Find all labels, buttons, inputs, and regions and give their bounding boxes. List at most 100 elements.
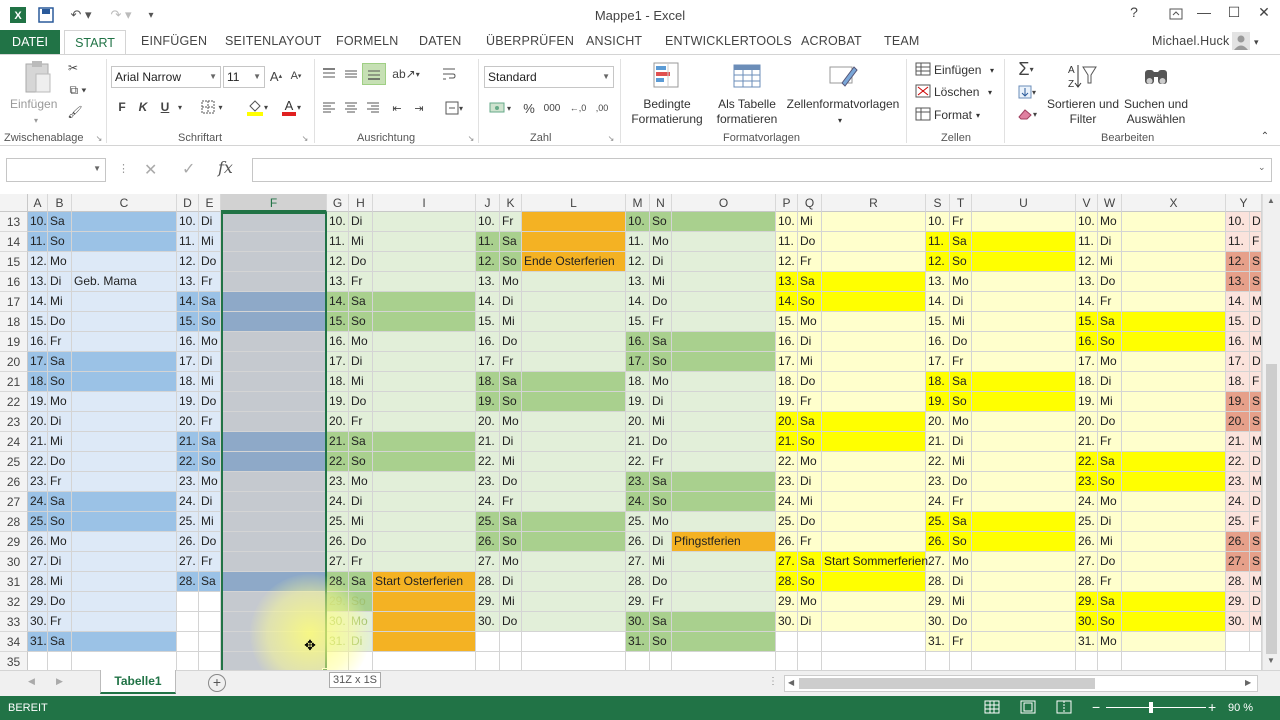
cell-note[interactable] bbox=[822, 392, 926, 412]
spreadsheet-grid[interactable]: A B C D E F G H I J K L M N O P Q R S T U V W X Y 13 14 15 16 17 18 19 2… bbox=[0, 194, 1262, 670]
cell-weekday[interactable] bbox=[798, 632, 822, 652]
cell-note[interactable] bbox=[672, 252, 776, 272]
cell-note[interactable] bbox=[1122, 612, 1226, 632]
cell-note[interactable] bbox=[1122, 412, 1226, 432]
cell-day[interactable]: 12. bbox=[327, 252, 349, 272]
cell-weekday[interactable]: So bbox=[798, 432, 822, 452]
find-select-icon[interactable] bbox=[1138, 59, 1174, 93]
cell-day[interactable]: 10. bbox=[776, 212, 798, 232]
cell-note[interactable] bbox=[1122, 592, 1226, 612]
align-top-icon[interactable] bbox=[320, 65, 338, 83]
cell-note[interactable] bbox=[1122, 512, 1226, 532]
cell-note[interactable] bbox=[1122, 312, 1226, 332]
cell-weekday[interactable]: Mo bbox=[199, 472, 221, 492]
cell-weekday[interactable]: Mo bbox=[1098, 212, 1122, 232]
cell-weekday[interactable]: Mi bbox=[349, 232, 373, 252]
cell-weekday[interactable]: Mi bbox=[950, 452, 972, 472]
cell-weekday[interactable]: D bbox=[1250, 592, 1262, 612]
cell-weekday[interactable]: Mi bbox=[48, 292, 72, 312]
cell-note[interactable] bbox=[72, 552, 177, 572]
cell-note[interactable] bbox=[72, 212, 177, 232]
cell-empty[interactable] bbox=[776, 652, 798, 670]
cell-weekday[interactable]: Fr bbox=[500, 492, 522, 512]
cell-note[interactable] bbox=[1122, 352, 1226, 372]
cell-day[interactable]: 11. bbox=[1226, 232, 1250, 252]
cell-note[interactable] bbox=[373, 312, 476, 332]
paste-icon[interactable] bbox=[20, 59, 56, 97]
cell-weekday[interactable]: Sa bbox=[650, 612, 672, 632]
cell-weekday[interactable]: Mi bbox=[1098, 252, 1122, 272]
cell-note[interactable] bbox=[672, 572, 776, 592]
cell-day[interactable]: 31. bbox=[327, 632, 349, 652]
cell-day[interactable]: 19. bbox=[476, 392, 500, 412]
column-header[interactable]: B bbox=[48, 194, 72, 212]
cell-day[interactable]: 21. bbox=[776, 432, 798, 452]
cell-note[interactable] bbox=[373, 372, 476, 392]
cell-day[interactable]: 28. bbox=[476, 572, 500, 592]
cell-note[interactable] bbox=[822, 412, 926, 432]
delete-cells-icon[interactable] bbox=[914, 83, 932, 99]
cell-weekday[interactable]: Fr bbox=[500, 352, 522, 372]
cell-note[interactable] bbox=[822, 592, 926, 612]
find-select-button[interactable]: Suchen und Auswählen bbox=[1120, 97, 1192, 127]
cell-weekday[interactable]: M bbox=[1250, 472, 1262, 492]
cell-weekday[interactable]: Do bbox=[1098, 552, 1122, 572]
cell-day[interactable]: 11. bbox=[1076, 232, 1098, 252]
cell-day[interactable]: 27. bbox=[28, 552, 48, 572]
tab-acrobat[interactable]: ACROBAT bbox=[801, 34, 862, 48]
cell-weekday[interactable]: S bbox=[1250, 392, 1262, 412]
cell-weekday[interactable]: Do bbox=[349, 392, 373, 412]
cell-note[interactable] bbox=[1122, 572, 1226, 592]
cell-weekday[interactable]: Mi bbox=[798, 352, 822, 372]
cell-day[interactable]: 20. bbox=[776, 412, 798, 432]
cell-weekday[interactable]: Sa bbox=[199, 432, 221, 452]
cell-weekday[interactable]: Di bbox=[48, 272, 72, 292]
cell-day[interactable]: 22. bbox=[28, 452, 48, 472]
cell-note[interactable] bbox=[672, 332, 776, 352]
cell-weekday[interactable]: Mi bbox=[349, 512, 373, 532]
cell-note[interactable] bbox=[1122, 632, 1226, 652]
cell-note[interactable] bbox=[221, 612, 327, 632]
cell-note[interactable] bbox=[972, 452, 1076, 472]
cell-note[interactable] bbox=[1122, 372, 1226, 392]
row-header[interactable]: 15 bbox=[0, 252, 28, 272]
column-header[interactable]: M bbox=[626, 194, 650, 212]
cell-day[interactable]: 17. bbox=[1076, 352, 1098, 372]
column-header[interactable]: J bbox=[476, 194, 500, 212]
cell-note[interactable] bbox=[1122, 552, 1226, 572]
column-header[interactable]: V bbox=[1076, 194, 1098, 212]
minimize-icon[interactable]: — bbox=[1192, 4, 1216, 26]
cell-note[interactable] bbox=[822, 252, 926, 272]
cell-day[interactable]: 22. bbox=[177, 452, 199, 472]
cell-day[interactable]: 13. bbox=[626, 272, 650, 292]
cell-day[interactable]: 11. bbox=[776, 232, 798, 252]
cell-day[interactable]: 12. bbox=[476, 252, 500, 272]
column-header[interactable]: S bbox=[926, 194, 950, 212]
cell-weekday[interactable]: Fr bbox=[650, 452, 672, 472]
cell-note[interactable] bbox=[373, 392, 476, 412]
cell-weekday[interactable]: Di bbox=[1098, 512, 1122, 532]
column-header[interactable]: H bbox=[349, 194, 373, 212]
font-name-dropdown[interactable]: Arial Narrow ▼ bbox=[111, 66, 221, 88]
cell-weekday[interactable]: Mo bbox=[950, 552, 972, 572]
cell-weekday[interactable]: S bbox=[1250, 252, 1262, 272]
cell-note[interactable] bbox=[221, 252, 327, 272]
cell-day[interactable]: 19. bbox=[327, 392, 349, 412]
cell-day[interactable]: 29. bbox=[327, 592, 349, 612]
cell-empty[interactable] bbox=[476, 652, 500, 670]
decrease-decimal-icon[interactable]: ,00 bbox=[592, 99, 612, 117]
cell-weekday[interactable]: Di bbox=[950, 292, 972, 312]
cell-weekday[interactable]: Mo bbox=[798, 592, 822, 612]
zoom-in-icon[interactable]: + bbox=[1208, 699, 1216, 715]
cell-note[interactable] bbox=[72, 572, 177, 592]
cell-note[interactable] bbox=[522, 372, 626, 392]
cell-weekday[interactable]: Fr bbox=[1098, 572, 1122, 592]
cell-weekday[interactable]: Do bbox=[1098, 412, 1122, 432]
cell-weekday[interactable]: So bbox=[1098, 612, 1122, 632]
cell-weekday[interactable]: Sa bbox=[349, 572, 373, 592]
cell-note[interactable] bbox=[822, 472, 926, 492]
cell-empty[interactable] bbox=[177, 652, 199, 670]
cell-day[interactable] bbox=[177, 632, 199, 652]
cell-weekday[interactable]: Di bbox=[500, 432, 522, 452]
cell-day[interactable]: 10. bbox=[177, 212, 199, 232]
